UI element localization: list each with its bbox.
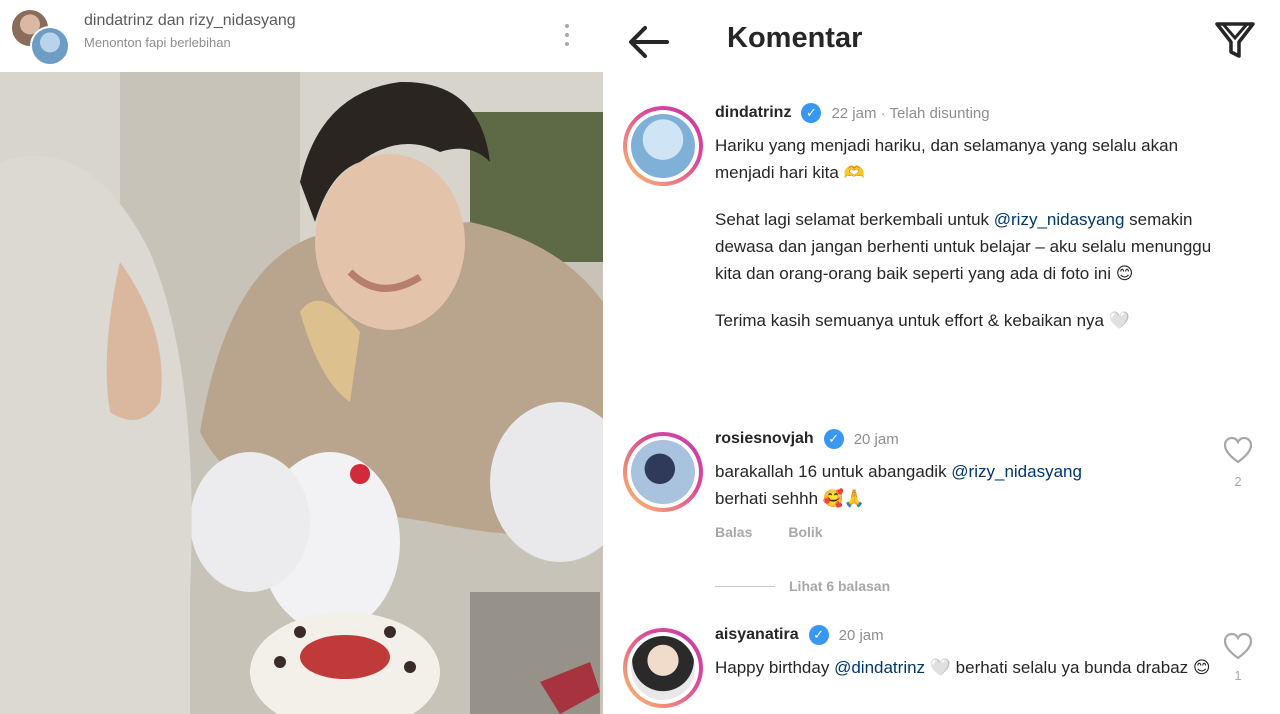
comments-panel: Komentar dindatrinz 22 jam · Telah disun… (603, 0, 1280, 714)
avatar[interactable] (623, 106, 703, 186)
comment-text-part: berhati sehhh (715, 489, 823, 508)
comment-text-part: Sehat lagi selamat berkembali untuk (715, 210, 994, 229)
comment-text-part: 🤍 berhati selalu ya bunda drabaz (925, 658, 1193, 677)
emoji: 😊 (1192, 658, 1211, 677)
comment-username[interactable]: dindatrinz (715, 104, 791, 122)
mention-link[interactable]: @rizy_nidasyang (994, 210, 1125, 229)
comment-text-part: Hariku yang menjadi hariku, dan selamany… (715, 136, 1183, 182)
comment-time: 20 jam (853, 430, 899, 448)
comment-text: barakallah 16 untuk abangadik @rizy_nida… (715, 458, 1230, 512)
emoji: 🥰🙏 (822, 489, 866, 508)
filter-icon[interactable] (1213, 18, 1257, 62)
comment-text: Terima kasih semuanya untuk effort & keb… (715, 307, 1230, 334)
comment-time: 22 jam · Telah disunting (831, 104, 990, 122)
post-panel: dindatrinz dan rizy_nidasyang Menonton f… (0, 0, 603, 714)
comment-time: 20 jam (838, 626, 884, 644)
comment-username[interactable]: rosiesnovjah (715, 430, 814, 448)
back-arrow-icon[interactable] (625, 22, 671, 62)
post-photo (0, 72, 603, 714)
comment-text-part: Terima kasih semuanya untuk effort & keb… (715, 311, 1109, 330)
comment-text-part: barakallah 16 untuk abangadik (715, 462, 952, 481)
post-author[interactable]: dindatrinz dan rizy_nidasyang (84, 12, 296, 30)
comments-top-bar: Komentar (603, 0, 1280, 82)
photo-illustration (0, 72, 603, 714)
avatar[interactable] (30, 26, 70, 66)
comment-text: Hariku yang menjadi hariku, dan selamany… (715, 132, 1230, 186)
like-count: 2 (1234, 474, 1242, 489)
more-icon[interactable] (552, 18, 582, 52)
post-header: dindatrinz dan rizy_nidasyang Menonton f… (0, 0, 603, 72)
avatar[interactable] (623, 628, 703, 708)
comment-text: Happy birthday @dindatrinz 🤍 berhati sel… (715, 654, 1230, 681)
collab-avatars[interactable] (10, 8, 72, 68)
verified-icon (801, 103, 822, 123)
comment-text: Sehat lagi selamat berkembali untuk @riz… (715, 206, 1230, 287)
avatar[interactable] (623, 432, 703, 512)
verified-icon (823, 429, 844, 449)
reply-button[interactable]: Balas (715, 524, 752, 540)
emoji: 🫶 (843, 163, 865, 182)
comment-username[interactable]: aisyanatira (715, 626, 799, 644)
post-header-text: dindatrinz dan rizy_nidasyang Menonton f… (84, 12, 296, 50)
post-subtitle: Menonton fapi berlebihan (84, 35, 231, 50)
view-replies-button[interactable]: Lihat 6 balasan (715, 578, 890, 594)
divider (715, 585, 775, 587)
view-replies-label[interactable]: Lihat 6 balasan (789, 578, 890, 594)
heart-icon[interactable] (1223, 632, 1253, 660)
verified-icon (808, 625, 829, 645)
translate-button[interactable]: Bolik (788, 524, 822, 540)
comment-text-part: Happy birthday (715, 658, 835, 677)
page-title: Komentar (727, 22, 863, 54)
like-count: 1 (1234, 668, 1242, 683)
comment-actions: Balas Bolik (715, 524, 1230, 540)
emoji: 🤍 (1108, 311, 1130, 330)
heart-icon[interactable] (1223, 436, 1253, 464)
emoji: 😊 (1115, 264, 1134, 283)
mention-link[interactable]: @rizy_nidasyang (951, 462, 1082, 481)
mention-link[interactable]: @dindatrinz (834, 658, 925, 677)
